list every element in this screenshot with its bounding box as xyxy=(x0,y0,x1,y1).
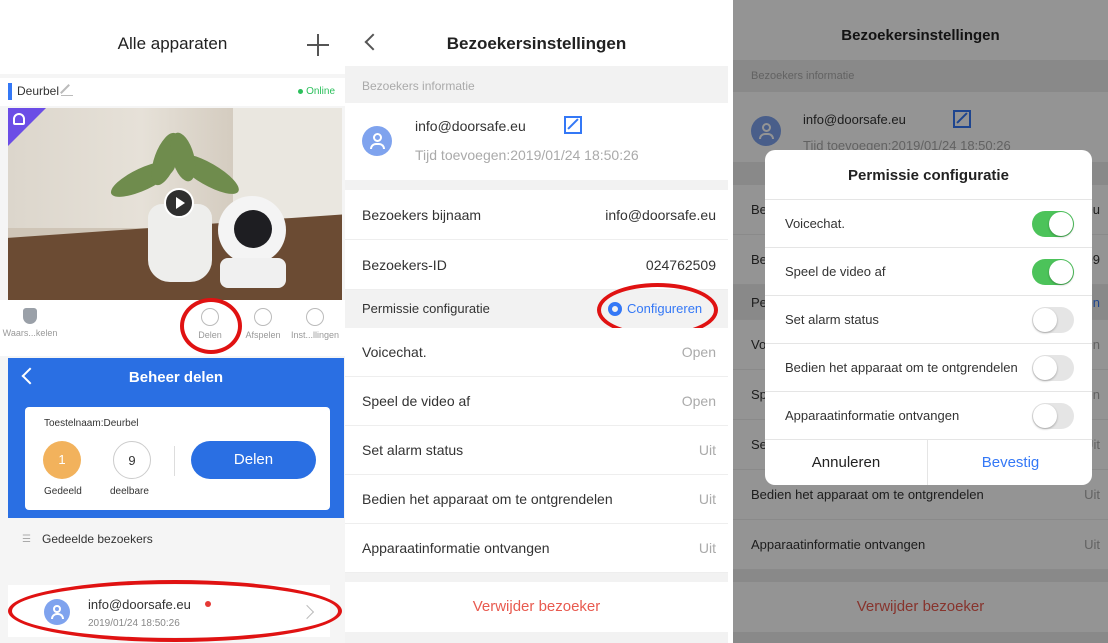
settings-action[interactable]: Inst...llingen xyxy=(285,308,345,340)
action-label: Afspelen xyxy=(245,330,281,340)
device-marker xyxy=(8,83,12,100)
row-label: Bezoekers bijnaam xyxy=(362,207,482,223)
id-row: Bezoekers-ID 024762509 xyxy=(345,240,728,290)
playback-action[interactable]: Afspelen xyxy=(233,308,293,340)
delete-label: Verwijder bezoeker xyxy=(472,598,601,615)
device-row[interactable]: Deurbel Online xyxy=(0,78,345,106)
share-button[interactable]: Delen xyxy=(191,441,316,479)
row-value: info@doorsafe.eu xyxy=(605,207,716,223)
visitor-settings-panel: Bezoekersinstellingen Bezoekers informat… xyxy=(345,0,728,643)
permission-toggle-row: Voicechat. xyxy=(765,199,1092,247)
share-header: Beheer delen xyxy=(8,358,344,398)
share-title: Beheer delen xyxy=(128,369,224,386)
permission-toggle-row: Apparaatinformatie ontvangen xyxy=(765,391,1092,439)
row-value: Uit xyxy=(698,491,716,507)
row-value: Uit xyxy=(698,540,716,556)
toggle-label: Bedien het apparaat om te ontgrendelen xyxy=(785,360,1018,375)
section-label: Bezoekers informatie xyxy=(362,79,475,93)
confirm-button[interactable]: Bevestig xyxy=(929,440,1092,485)
page-title: Bezoekersinstellingen xyxy=(446,34,627,53)
permission-toggle-row: Bedien het apparaat om te ontgrendelen xyxy=(765,343,1092,391)
row-value: Open xyxy=(681,393,716,409)
action-label: Waars...kelen xyxy=(2,328,58,338)
permission-row: Voicechat. Open xyxy=(345,328,728,377)
edit-icon[interactable] xyxy=(564,116,582,134)
edit-name-icon[interactable] xyxy=(61,84,73,96)
toggle-label: Voicechat. xyxy=(785,216,845,231)
page-title: Alle apparaten xyxy=(117,34,228,53)
row-label: Permissie configuratie xyxy=(362,301,490,316)
row-label: Bezoekers-ID xyxy=(362,257,447,273)
permission-dialog: Permissie configuratie Voicechat. Speel … xyxy=(765,150,1092,485)
permission-toggle-row: Speel de video af xyxy=(765,247,1092,295)
divider xyxy=(174,446,175,476)
device-name: Deurbel xyxy=(17,84,60,98)
shared-label: Gedeeld xyxy=(44,486,82,497)
dialog-title: Permissie configuratie xyxy=(848,167,1009,184)
shareable-label: deelbare xyxy=(110,486,149,497)
header: Bezoekersinstellingen xyxy=(345,0,728,66)
row-value: Open xyxy=(681,344,716,360)
settings-icon xyxy=(306,308,324,326)
play-video-toggle[interactable] xyxy=(1032,259,1074,285)
row-label: Apparaatinformatie ontvangen xyxy=(362,540,550,556)
unlock-toggle[interactable] xyxy=(1032,355,1074,381)
row-label: Bedien het apparaat om te ontgrendelen xyxy=(362,491,613,507)
alarm-status-toggle[interactable] xyxy=(1032,307,1074,333)
playback-icon xyxy=(254,308,272,326)
visitor-info: info@doorsafe.eu Tijd toevoegen:2019/01/… xyxy=(345,103,728,180)
cancel-button[interactable]: Annuleren xyxy=(765,440,928,485)
avatar xyxy=(362,126,392,156)
doorbell-badge xyxy=(8,108,46,146)
header: Alle apparaten xyxy=(0,0,345,74)
action-label: Inst...llingen xyxy=(290,330,340,340)
devices-panel: Alle apparaten Deurbel Online Waars...ke… xyxy=(0,0,345,643)
voicechat-toggle[interactable] xyxy=(1032,211,1074,237)
play-icon[interactable] xyxy=(164,188,194,218)
shareable-count: 9 xyxy=(113,441,151,479)
add-device-icon[interactable] xyxy=(307,34,329,56)
camera-preview[interactable] xyxy=(8,108,342,300)
permission-row: Set alarm status Uit xyxy=(345,426,728,475)
device-actions: Waars...kelen Delen Afspelen Inst...llin… xyxy=(0,300,345,356)
device-label: Toestelnaam:Deurbel xyxy=(44,418,139,429)
row-value: Uit xyxy=(698,442,716,458)
row-label: Voicechat. xyxy=(362,344,427,360)
toggle-label: Apparaatinformatie ontvangen xyxy=(785,408,960,423)
list-icon: ☰ xyxy=(22,534,31,545)
toggle-label: Speel de video af xyxy=(785,264,886,279)
row-value: 024762509 xyxy=(645,257,716,273)
highlight-ring xyxy=(180,298,242,354)
delete-visitor-button[interactable]: Verwijder bezoeker xyxy=(345,582,728,632)
shared-visitors-header: ☰ Gedeelde bezoekers xyxy=(0,520,345,560)
time-added: Tijd toevoegen:2019/01/24 18:50:26 xyxy=(415,147,639,163)
dialog-buttons: Annuleren Bevestig xyxy=(765,439,1092,485)
nickname-row[interactable]: Bezoekers bijnaam info@doorsafe.eu xyxy=(345,190,728,240)
permission-row: Apparaatinformatie ontvangen Uit xyxy=(345,524,728,573)
shield-icon xyxy=(23,308,37,324)
row-label: Speel de video af xyxy=(362,393,471,409)
permission-toggle-row: Set alarm status xyxy=(765,295,1092,343)
alerts-action[interactable]: Waars...kelen xyxy=(0,308,60,338)
highlight-ring xyxy=(8,580,342,642)
status-badge: Online xyxy=(298,86,335,97)
permission-dialog-panel: Bezoekersinstellingen Bezoekers informat… xyxy=(733,0,1108,643)
device-info-toggle[interactable] xyxy=(1032,403,1074,429)
permission-row: Bedien het apparaat om te ontgrendelen U… xyxy=(345,475,728,524)
section-label: Gedeelde bezoekers xyxy=(42,532,153,546)
shared-count: 1 xyxy=(43,441,81,479)
toggle-label: Set alarm status xyxy=(785,312,879,327)
row-label: Set alarm status xyxy=(362,442,464,458)
bell-icon xyxy=(13,113,25,125)
permission-row: Speel de video af Open xyxy=(345,377,728,426)
visitor-email: info@doorsafe.eu xyxy=(415,118,526,134)
